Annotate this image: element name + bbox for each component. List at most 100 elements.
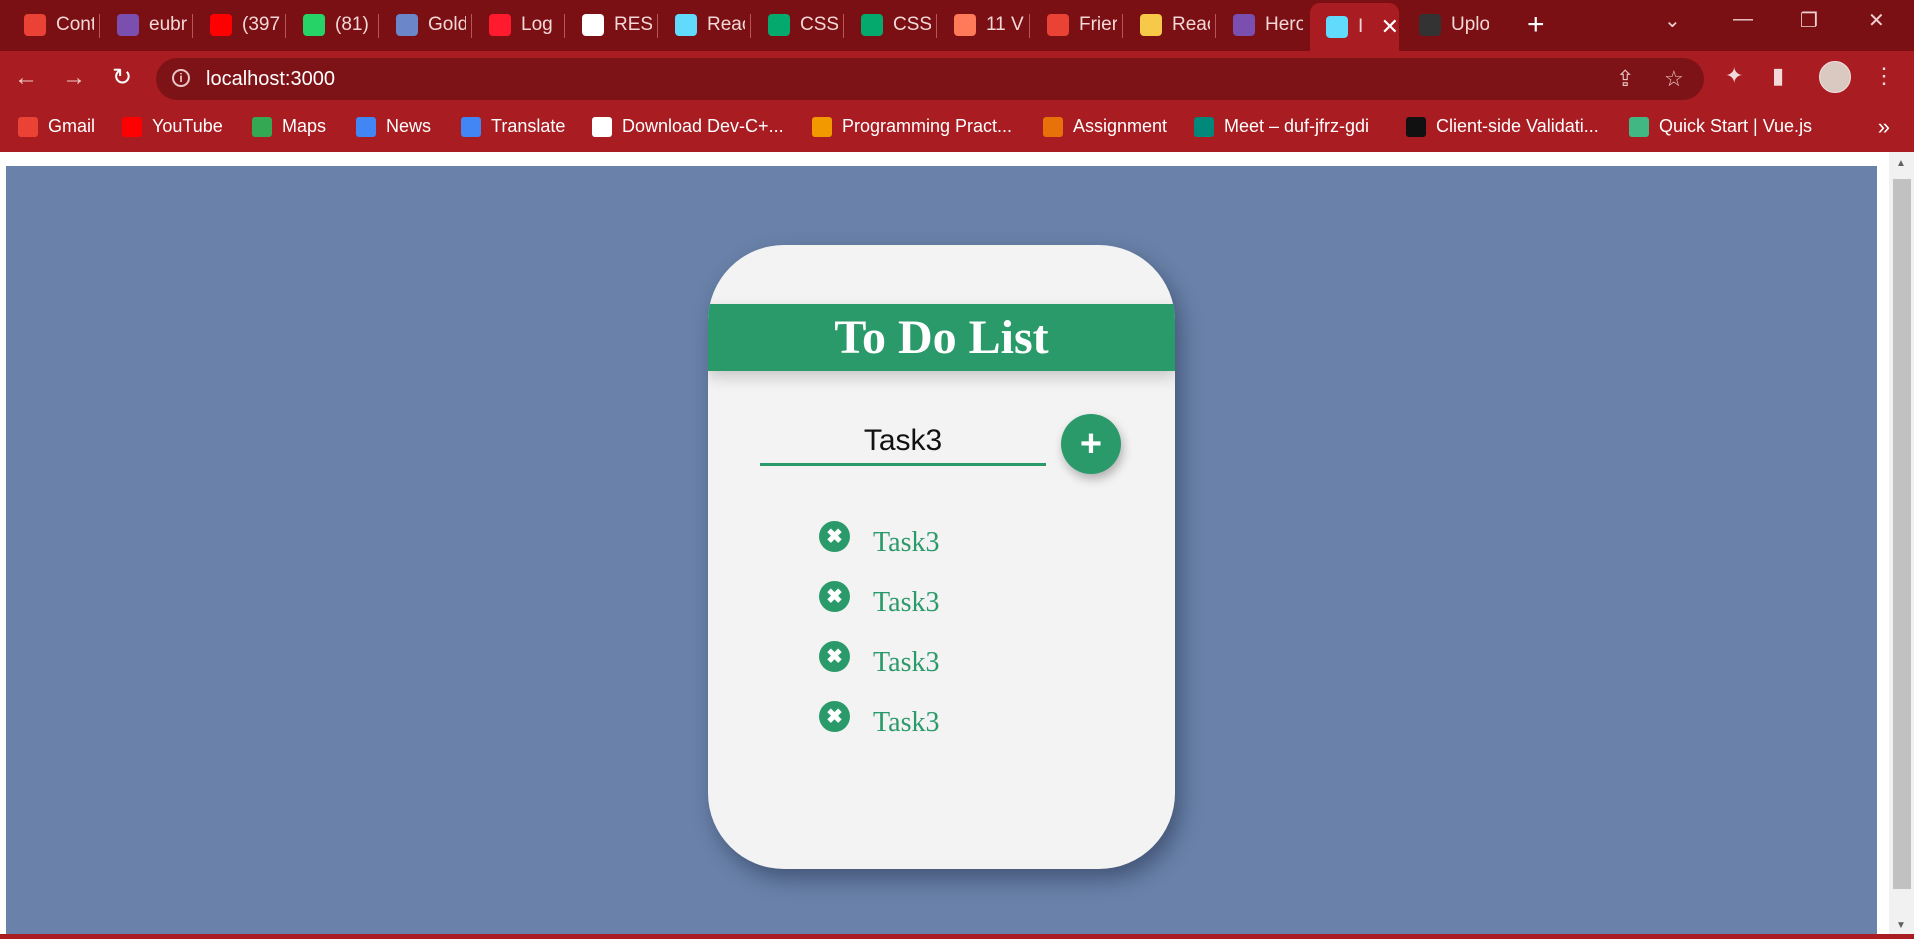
browser-toolbar: ← → ↻ i localhost:3000 ⇪ ☆ ✦ ▮ ⋮ bbox=[0, 51, 1914, 106]
new-tab-button[interactable]: + bbox=[1527, 8, 1545, 42]
tab-title: CSS bbox=[893, 14, 931, 35]
site-info-icon[interactable]: i bbox=[172, 69, 190, 87]
bookmark-item[interactable]: Download Dev-C+... bbox=[592, 116, 784, 137]
bookmark-label: Programming Pract... bbox=[842, 116, 1013, 136]
browser-tab[interactable]: Reac bbox=[1124, 6, 1213, 44]
menu-icon[interactable]: ⋮ bbox=[1873, 63, 1895, 89]
task-label: Task3 bbox=[873, 527, 940, 558]
task-label: Task3 bbox=[873, 647, 940, 678]
browser-tab[interactable]: Uplo bbox=[1403, 6, 1492, 44]
reload-icon[interactable]: ↻ bbox=[106, 62, 138, 94]
delete-task-icon[interactable]: ✖ bbox=[819, 581, 850, 612]
bookmark-item[interactable]: Client-side Validati... bbox=[1406, 116, 1599, 137]
browser-tab[interactable]: I ✕ bbox=[1310, 3, 1399, 51]
add-task-button[interactable]: + bbox=[1061, 414, 1121, 474]
tab-title: RESU bbox=[614, 14, 652, 35]
browser-tab[interactable]: eubr bbox=[101, 6, 190, 44]
bookmark-label: Translate bbox=[491, 116, 566, 136]
back-icon[interactable]: ← bbox=[10, 62, 42, 94]
scroll-thumb[interactable] bbox=[1893, 179, 1911, 889]
forward-icon[interactable]: → bbox=[58, 62, 90, 94]
tab-search-icon[interactable]: ⌄ bbox=[1664, 8, 1681, 33]
side-panel-icon[interactable]: ▮ bbox=[1772, 63, 1784, 89]
bookmarks-bar: Gmail YouTube Maps News Translate Download De… bbox=[0, 106, 1914, 152]
tab-title: Cont bbox=[56, 14, 94, 35]
restore-icon[interactable]: ❐ bbox=[1800, 8, 1818, 33]
youtube-icon bbox=[122, 116, 142, 137]
bookmark-label: Meet – duf-jfrz-gdi bbox=[1224, 116, 1370, 136]
task-input[interactable] bbox=[760, 419, 1046, 466]
address-bar[interactable]: i localhost:3000 ⇪ ☆ bbox=[156, 58, 1704, 100]
bookmark-item[interactable]: Gmail bbox=[18, 116, 95, 137]
tab-title: Frier bbox=[1079, 14, 1117, 35]
browser-tab[interactable]: RESU bbox=[566, 6, 655, 44]
bookmark-item[interactable]: Programming Pract... bbox=[812, 116, 1012, 137]
browser-tab[interactable]: Frier bbox=[1031, 6, 1120, 44]
close-window-icon[interactable]: ✕ bbox=[1868, 8, 1885, 33]
bookmark-label: Maps bbox=[282, 116, 327, 136]
browser-tab[interactable]: Log bbox=[473, 6, 562, 44]
minimize-icon[interactable]: — bbox=[1733, 8, 1753, 31]
tab-title: (81) bbox=[335, 14, 369, 35]
bookmark-item[interactable]: YouTube bbox=[122, 116, 223, 137]
list-item: ✖ Task3 bbox=[708, 697, 1175, 757]
heroku-icon bbox=[1233, 14, 1255, 36]
bookmark-item[interactable]: Meet – duf-jfrz-gdi bbox=[1194, 116, 1369, 137]
delete-task-icon[interactable]: ✖ bbox=[819, 701, 850, 732]
tab-title: Reac bbox=[707, 14, 745, 35]
browser-tab[interactable]: (397 bbox=[194, 6, 283, 44]
bookmark-label: Download Dev-C+... bbox=[622, 116, 784, 136]
address-text[interactable]: localhost:3000 bbox=[206, 68, 335, 91]
browser-tab[interactable]: Cont bbox=[8, 6, 97, 44]
browser-tab[interactable]: (81) bbox=[287, 6, 376, 44]
react-icon bbox=[1326, 16, 1348, 38]
bookmark-item[interactable]: Assignment bbox=[1043, 116, 1167, 137]
scrollbar[interactable]: ▲ ▼ bbox=[1889, 152, 1914, 939]
browser-tab[interactable]: CSS bbox=[752, 6, 841, 44]
browser-tab[interactable]: Reac bbox=[659, 6, 748, 44]
gmail-icon bbox=[1047, 14, 1069, 36]
bookmark-item[interactable]: News bbox=[356, 116, 431, 137]
vue-icon bbox=[1629, 116, 1649, 137]
window-bottom-border bbox=[0, 934, 1914, 939]
extensions-icon[interactable]: ✦ bbox=[1725, 63, 1743, 89]
scroll-up-icon[interactable]: ▲ bbox=[1896, 158, 1906, 169]
bookmarks-overflow-button[interactable]: » bbox=[1878, 114, 1890, 140]
globe-icon bbox=[582, 14, 604, 36]
scroll-down-icon[interactable]: ▼ bbox=[1896, 920, 1906, 931]
meet-icon bbox=[1194, 116, 1214, 137]
bookmark-item[interactable]: Quick Start | Vue.js bbox=[1629, 116, 1812, 137]
bookmark-item[interactable]: Translate bbox=[461, 116, 565, 137]
browser-tab[interactable]: Gold bbox=[380, 6, 469, 44]
bookmark-star-icon[interactable]: ☆ bbox=[1664, 66, 1684, 92]
close-tab-icon[interactable]: ✕ bbox=[1381, 14, 1399, 40]
tab-separator bbox=[750, 14, 751, 38]
bookmark-item[interactable]: Maps bbox=[252, 116, 326, 137]
heroku-icon bbox=[117, 14, 139, 36]
m-icon bbox=[1043, 116, 1063, 137]
whatsapp-icon bbox=[303, 14, 325, 36]
share-icon[interactable]: ⇪ bbox=[1616, 66, 1634, 92]
tab-title: Hero bbox=[1265, 14, 1303, 35]
list-item: ✖ Task3 bbox=[708, 517, 1175, 577]
list-item: ✖ Task3 bbox=[708, 637, 1175, 697]
hubspot-icon bbox=[954, 14, 976, 36]
person-icon bbox=[812, 116, 832, 137]
todo-card: To Do List + ✖ Task3 ✖ Task3 ✖ Task3 ✖ Task3 bbox=[708, 245, 1175, 869]
browser-tab[interactable]: 11 V bbox=[938, 6, 1027, 44]
tab-separator bbox=[1215, 14, 1216, 38]
tab-separator bbox=[843, 14, 844, 38]
tab-separator bbox=[99, 14, 100, 38]
tab-separator bbox=[378, 14, 379, 38]
tab-strip: Cont eubr (397 (81) Gold Log RESU Reac CSS CSS 11 … bbox=[0, 0, 1914, 51]
bookmark-label: Gmail bbox=[48, 116, 96, 136]
browser-tab[interactable]: Hero bbox=[1217, 6, 1306, 44]
profile-avatar[interactable] bbox=[1819, 61, 1851, 93]
delete-task-icon[interactable]: ✖ bbox=[819, 521, 850, 552]
tab-title: Log bbox=[521, 14, 553, 35]
delete-task-icon[interactable]: ✖ bbox=[819, 641, 850, 672]
w3schools-icon bbox=[768, 14, 790, 36]
browser-tab[interactable]: CSS bbox=[845, 6, 934, 44]
bookmark-label: Assignment bbox=[1073, 116, 1168, 136]
maps-icon bbox=[252, 116, 272, 137]
